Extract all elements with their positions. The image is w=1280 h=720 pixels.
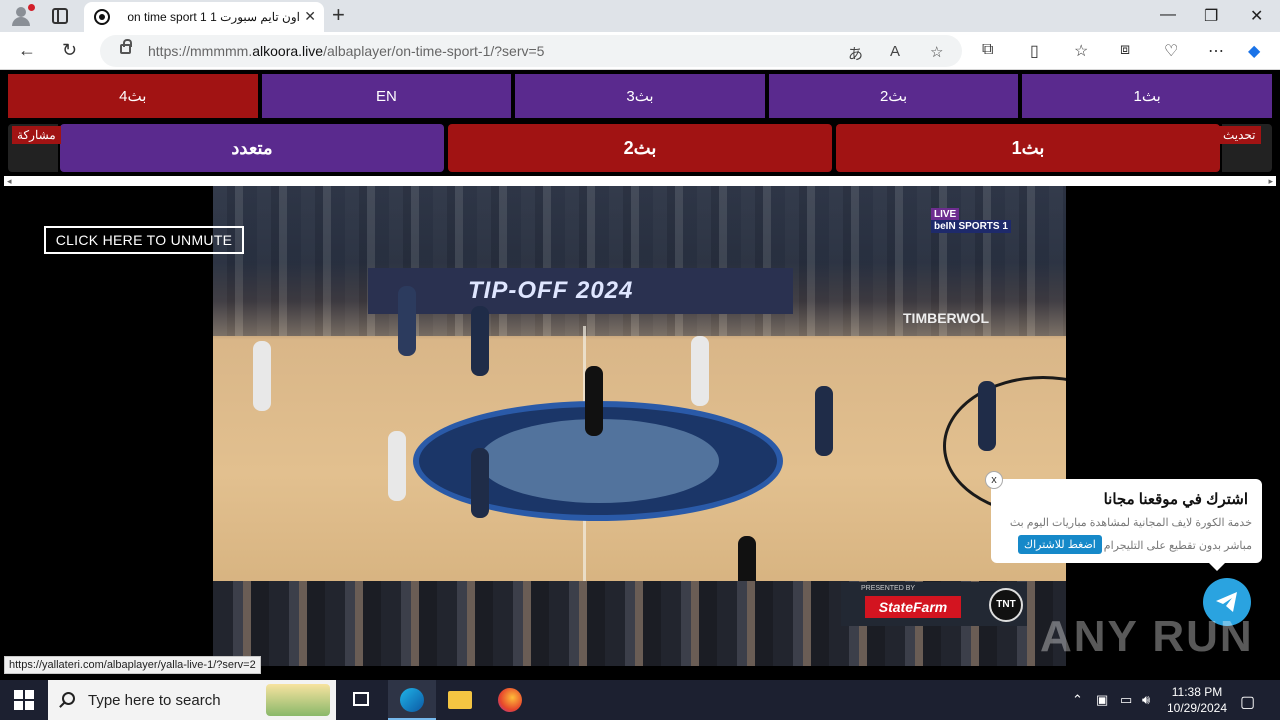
collections-icon[interactable]: ⧈ [1120,41,1130,59]
search-icon [62,692,75,705]
browser-tab-bar: on time sport 1 اون تايم سبورت 1 ✕ + — ❐… [0,0,1280,32]
taskbar-clock[interactable]: 11:38 PM 10/29/2024 [1162,684,1232,716]
tab-title: on time sport 1 اون تايم سبورت 1 [127,10,300,24]
server-row-2: متعدد بث2 بث1 مشاركة تحديث [4,124,1276,172]
tab-actions-icon[interactable] [52,8,68,24]
windows-start-icon[interactable] [14,690,34,710]
scroll-left-arrow[interactable]: ◂ [7,176,12,186]
edge-taskbar-icon[interactable] [388,680,436,720]
player-figure [691,336,709,406]
player-figure [978,381,996,451]
player-frame: بث4 EN بث3 بث2 بث1 متعدد بث2 بث1 مشاركة … [4,70,1276,680]
server-button-4[interactable]: بث4 [8,74,258,118]
server-row-1: بث4 EN بث3 بث2 بث1 [8,74,1272,118]
soccer-ball-icon [94,9,110,25]
tab-close-icon[interactable]: ✕ [304,8,316,25]
server-button-en[interactable]: EN [261,74,512,118]
minimize-button[interactable]: — [1160,6,1176,24]
subscribe-button[interactable]: اضغط للاشتراك [1018,535,1102,554]
file-explorer-icon[interactable] [436,680,484,720]
browser-tab[interactable]: on time sport 1 اون تايم سبورت 1 ✕ [84,2,324,32]
server-button-3[interactable]: بث3 [515,74,765,118]
anyrun-watermark: ANY RUN [1040,612,1254,661]
player-figure [471,306,489,376]
page-content: بث4 EN بث3 بث2 بث1 متعدد بث2 بث1 مشاركة … [0,70,1280,680]
subscribe-popup: x اشترك في موقعنا مجانا خدمة الكورة لايف… [985,471,1262,571]
tnt-sports-logo: TNT [989,588,1023,622]
popup-description-line-1: خدمة الكورة لايف المجانية لمشاهدة مباريا… [1009,517,1252,529]
taskbar-search[interactable]: Type here to search [48,680,336,720]
notifications-icon[interactable]: ▢ [1240,692,1255,712]
player-figure [471,448,489,518]
volume-icon[interactable]: 🔊︎ [1142,692,1150,708]
favorite-star-icon[interactable]: ☆ [930,43,943,61]
task-view-icon[interactable] [338,680,386,720]
split-screen-icon[interactable]: ▯ [1030,41,1039,61]
referee-figure [585,366,603,436]
refresh-label[interactable]: تحديث [1218,126,1261,144]
sponsor-overlay: PRESENTED BY StateFarm TNT [841,582,1027,626]
scroll-right-arrow[interactable]: ▸ [1268,176,1273,186]
performance-icon[interactable]: ♡ [1164,41,1178,61]
tray-network-icon[interactable]: ▣ [1096,692,1108,708]
server-button-1[interactable]: بث1 [1022,74,1272,118]
channel-bug: LIVE beIN SPORTS 1 [931,208,1023,234]
player-figure [253,341,271,411]
reload-button[interactable]: ↻ [62,40,77,60]
unmute-button[interactable]: CLICK HERE TO UNMUTE [44,226,244,254]
extensions-icon[interactable]: ⧉ [982,41,993,59]
windows-taskbar: Type here to search ⌃ ▣ ▭ 🔊︎ 11:38 PM 10… [0,680,1280,720]
lock-icon[interactable] [120,39,132,54]
stream-2-button[interactable]: بث2 [448,124,832,172]
back-button[interactable]: ← [18,40,36,60]
multi-stream-button[interactable]: متعدد [60,124,444,172]
search-highlight-image [266,684,330,716]
read-aloud-icon[interactable]: A [890,43,900,60]
player-figure [388,431,406,501]
courtside-banner: TIP-OFF 2024 [368,268,793,314]
horizontal-scrollbar[interactable]: ◂ ▸ [4,176,1276,186]
popup-close-button[interactable]: x [985,471,1003,489]
url-text[interactable]: https://mmmmm.alkoora.live/albaplayer/on… [148,43,544,59]
player-figure [815,386,833,456]
server-button-2[interactable]: بث2 [768,74,1019,118]
copilot-icon[interactable]: ◆ [1248,41,1260,61]
tray-chevron-icon[interactable]: ⌃ [1072,692,1083,708]
search-placeholder: Type here to search [88,692,221,709]
status-bar-url: https://yallateri.com/albaplayer/yalla-l… [4,656,261,674]
arena-wall-text: TIMBERWOL [903,310,990,326]
restore-button[interactable]: ❐ [1204,6,1218,26]
favorites-icon[interactable]: ☆ [1074,41,1088,61]
tray-display-icon[interactable]: ▭ [1120,692,1132,708]
close-window-button[interactable]: ✕ [1250,6,1263,26]
translate-icon[interactable]: あ [848,43,863,64]
address-toolbar: ← ↻ https://mmmmm.alkoora.live/albaplaye… [0,32,1280,70]
player-figure [398,286,416,356]
share-label[interactable]: مشاركة [12,126,61,144]
popup-description-line-2: مباشر بدون تقطيع على التليجرام [1103,540,1252,552]
firefox-icon[interactable] [486,680,534,720]
more-menu-icon[interactable]: ⋯ [1208,41,1224,61]
statefarm-logo: StateFarm [865,596,961,618]
popup-title: اشترك في موقعنا مجانا [1103,491,1248,508]
new-tab-button[interactable]: + [332,3,345,27]
video-player[interactable]: TIP-OFF 2024 TIMBERWOL LIVE beIN SPORTS … [213,186,1066,666]
profile-icon[interactable] [8,4,35,28]
address-bar[interactable]: https://mmmmm.alkoora.live/albaplayer/on… [100,35,962,67]
stream-1-button[interactable]: بث1 [836,124,1220,172]
